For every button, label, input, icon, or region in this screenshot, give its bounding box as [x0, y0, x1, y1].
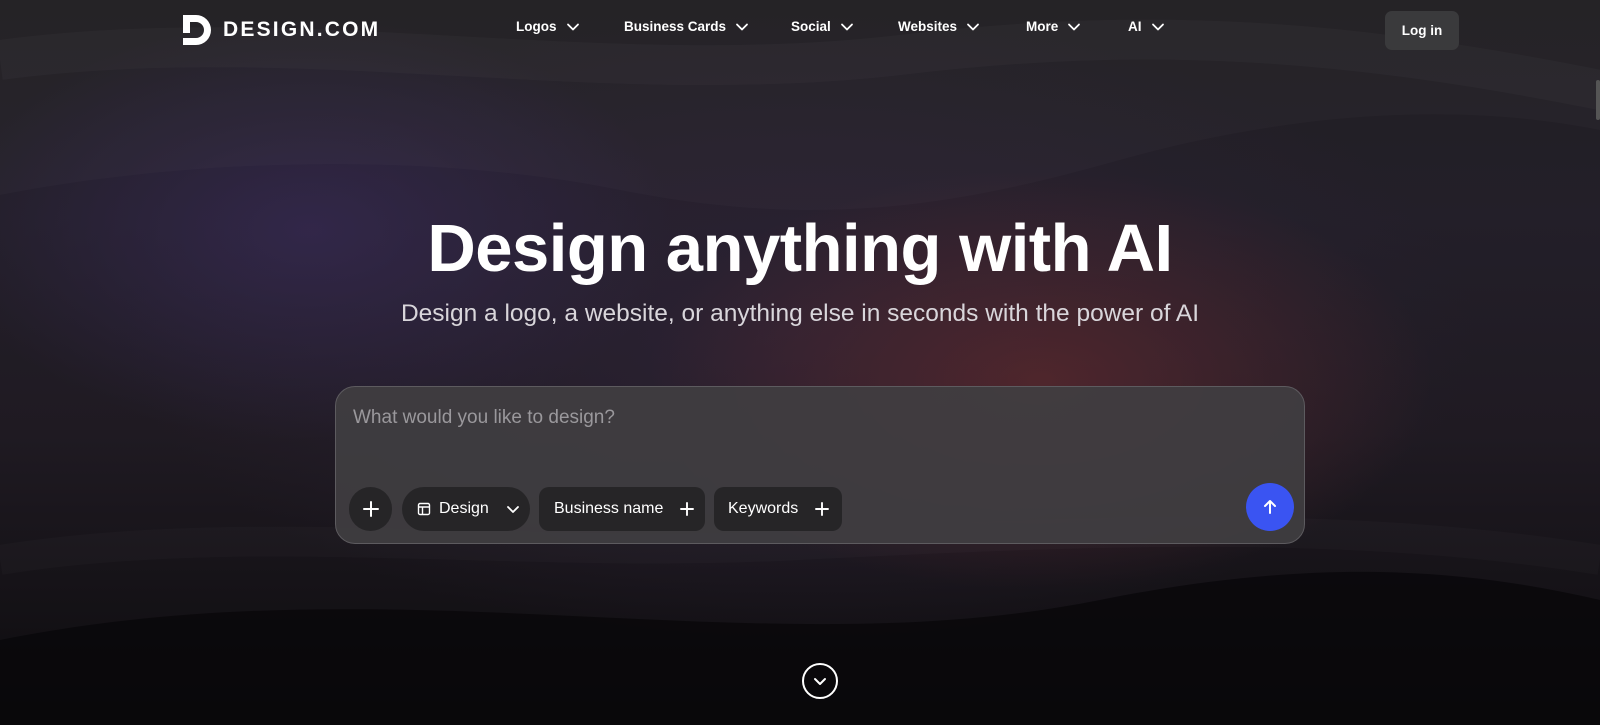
nav-item-social[interactable]: Social — [791, 19, 854, 34]
arrow-up-icon — [1264, 500, 1276, 514]
keywords-chip[interactable]: Keywords — [714, 487, 842, 531]
main-nav: Logos Business Cards Social Websites Mor… — [0, 19, 1600, 41]
keywords-label: Keywords — [728, 500, 799, 517]
nav-item-more[interactable]: More — [1026, 19, 1081, 34]
chevron-down-icon — [1068, 23, 1081, 30]
nav-item-websites[interactable]: Websites — [898, 19, 980, 34]
chevron-down-icon — [840, 23, 853, 30]
nav-label: Social — [791, 19, 831, 34]
page-scrollbar[interactable] — [1596, 80, 1600, 120]
layout-icon — [417, 502, 431, 516]
hero-subtitle: Design a logo, a website, or anything el… — [400, 300, 1200, 327]
design-type-dropdown[interactable]: Design — [402, 487, 530, 531]
chevron-down-icon — [566, 23, 579, 30]
site-header: DESIGN.COM Logos Business Cards Social W… — [0, 0, 1600, 60]
login-button[interactable]: Log in — [1385, 11, 1459, 50]
chevron-down-icon — [967, 23, 979, 30]
plus-icon — [815, 502, 830, 516]
plus-icon — [680, 502, 695, 516]
chevron-down-icon — [736, 23, 748, 30]
nav-label: More — [1026, 19, 1059, 34]
background-waves — [0, 571, 1600, 725]
design-prompt-input[interactable] — [353, 403, 1233, 433]
nav-label: Business Cards — [624, 19, 727, 34]
chevron-down-icon — [1151, 23, 1164, 30]
chevron-circle-down-icon — [814, 678, 826, 685]
chevron-down-icon — [506, 506, 519, 513]
design-prompt-box: Design Business name Keywords — [335, 386, 1305, 544]
plus-icon — [362, 501, 379, 517]
scroll-down-button[interactable] — [802, 663, 838, 699]
business-name-label: Business name — [554, 500, 664, 517]
nav-label: Logos — [516, 19, 557, 34]
submit-prompt-button[interactable] — [1246, 483, 1294, 531]
nav-item-ai[interactable]: AI — [1128, 19, 1165, 34]
nav-item-logos[interactable]: Logos — [516, 19, 580, 34]
nav-label: AI — [1128, 19, 1142, 34]
design-type-label: Design — [439, 500, 489, 517]
hero-title: Design anything with AI — [427, 211, 1173, 286]
add-attachment-button[interactable] — [349, 487, 392, 531]
business-name-chip[interactable]: Business name — [539, 487, 705, 531]
nav-label: Websites — [898, 19, 958, 34]
nav-item-business-cards[interactable]: Business Cards — [624, 19, 749, 34]
